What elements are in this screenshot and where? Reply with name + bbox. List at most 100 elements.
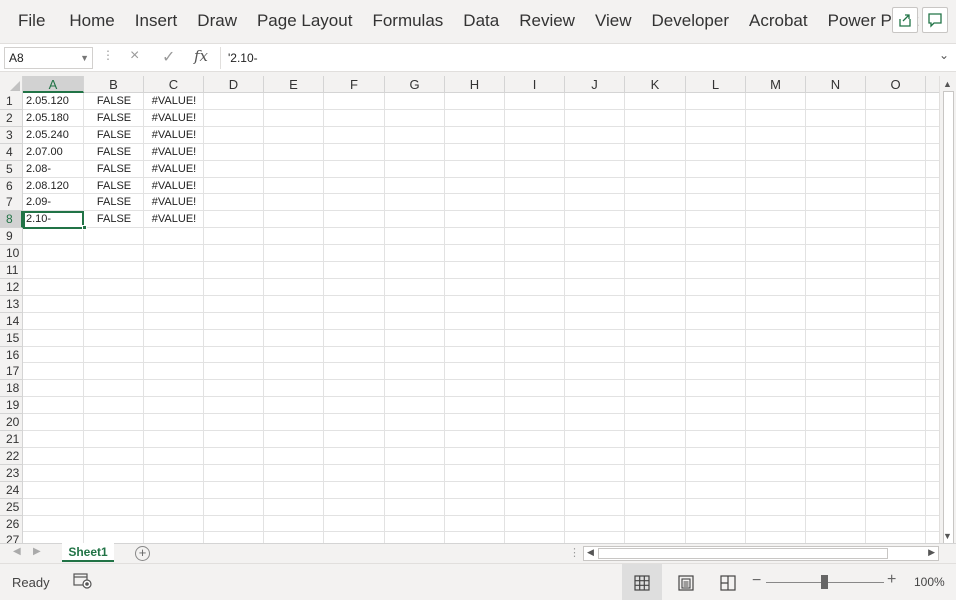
column-header-o[interactable]: O [866, 76, 926, 93]
cell-b1[interactable]: FALSE [84, 93, 144, 110]
tab-split-handle[interactable]: ⋮ [569, 546, 580, 559]
row-header-2[interactable]: 2 [0, 109, 23, 127]
column-header-h[interactable]: H [445, 76, 505, 93]
scroll-down-icon[interactable]: ▼ [943, 531, 952, 541]
cell-c8[interactable]: #VALUE! [144, 211, 204, 228]
cell-c4[interactable]: #VALUE! [144, 144, 204, 161]
row-header-6[interactable]: 6 [0, 177, 23, 195]
zoom-slider-thumb[interactable] [821, 575, 828, 589]
row-header-7[interactable]: 7 [0, 194, 23, 212]
enter-icon[interactable]: ✓ [162, 47, 175, 67]
select-all-corner[interactable] [0, 76, 23, 93]
scroll-right-icon[interactable]: ▶ [928, 547, 935, 558]
row-header-3[interactable]: 3 [0, 126, 23, 144]
cell-c3[interactable]: #VALUE! [144, 127, 204, 144]
row-header-27[interactable]: 27 [0, 532, 23, 543]
tab-page-layout[interactable]: Page Layout [247, 0, 362, 42]
cell-a5[interactable]: 2.08- [23, 161, 84, 178]
cell-b7[interactable]: FALSE [84, 194, 144, 211]
row-header-22[interactable]: 22 [0, 447, 23, 465]
comments-button[interactable] [922, 7, 948, 33]
zoom-level[interactable]: 100% [914, 575, 945, 589]
tab-developer[interactable]: Developer [642, 0, 740, 42]
share-button[interactable] [892, 7, 918, 33]
row-header-20[interactable]: 20 [0, 414, 23, 432]
row-header-9[interactable]: 9 [0, 228, 23, 246]
row-header-15[interactable]: 15 [0, 329, 23, 347]
cell-c6[interactable]: #VALUE! [144, 178, 204, 195]
page-layout-view-button[interactable] [666, 564, 706, 600]
vertical-scroll-thumb[interactable] [943, 91, 954, 587]
row-header-4[interactable]: 4 [0, 143, 23, 161]
column-header-b[interactable]: B [84, 76, 144, 93]
row-header-5[interactable]: 5 [0, 160, 23, 178]
cell-b5[interactable]: FALSE [84, 161, 144, 178]
scroll-left-icon[interactable]: ◀ [587, 547, 594, 558]
column-header-f[interactable]: F [324, 76, 385, 93]
row-header-25[interactable]: 25 [0, 498, 23, 516]
column-header-k[interactable]: K [625, 76, 686, 93]
cell-a3[interactable]: 2.05.240 [23, 127, 84, 144]
vertical-scrollbar[interactable]: ▲ ▼ [939, 76, 956, 587]
tab-draw[interactable]: Draw [187, 0, 247, 42]
row-header-13[interactable]: 13 [0, 295, 23, 313]
row-header-1[interactable]: 1 [0, 93, 23, 110]
normal-view-button[interactable] [622, 564, 662, 600]
horizontal-scrollbar[interactable]: ◀ ▶ [583, 546, 939, 561]
row-header-23[interactable]: 23 [0, 464, 23, 482]
cell-c5[interactable]: #VALUE! [144, 161, 204, 178]
cell-b3[interactable]: FALSE [84, 127, 144, 144]
row-header-24[interactable]: 24 [0, 481, 23, 499]
add-sheet-button[interactable]: + [135, 546, 150, 561]
tab-file[interactable]: File [0, 0, 59, 42]
zoom-out-button[interactable]: − [752, 572, 761, 590]
cell-c2[interactable]: #VALUE! [144, 110, 204, 127]
sheet-tab-sheet1[interactable]: Sheet1 [62, 543, 114, 562]
cancel-icon[interactable]: × [130, 47, 139, 65]
row-header-19[interactable]: 19 [0, 397, 23, 415]
column-header-e[interactable]: E [264, 76, 324, 93]
column-header-m[interactable]: M [746, 76, 806, 93]
page-break-view-button[interactable] [708, 564, 748, 600]
cell-a1[interactable]: 2.05.120 [23, 93, 84, 110]
tab-insert[interactable]: Insert [125, 0, 188, 42]
column-header-j[interactable]: J [565, 76, 625, 93]
cell-c7[interactable]: #VALUE! [144, 194, 204, 211]
cell-a6[interactable]: 2.08.120 [23, 178, 84, 195]
chevron-down-icon[interactable]: ▼ [80, 48, 89, 68]
cell-b2[interactable]: FALSE [84, 110, 144, 127]
cell-b4[interactable]: FALSE [84, 144, 144, 161]
column-header-i[interactable]: I [505, 76, 565, 93]
column-header-a[interactable]: A [23, 76, 84, 93]
zoom-in-button[interactable]: + [887, 571, 896, 589]
fill-handle[interactable] [82, 225, 87, 231]
row-header-17[interactable]: 17 [0, 363, 23, 381]
cell-a2[interactable]: 2.05.180 [23, 110, 84, 127]
tab-data[interactable]: Data [453, 0, 509, 42]
cell-c1[interactable]: #VALUE! [144, 93, 204, 110]
name-box[interactable]: A8 ▼ [4, 47, 93, 69]
column-header-d[interactable]: D [204, 76, 264, 93]
horizontal-scroll-thumb[interactable] [598, 548, 888, 559]
row-header-21[interactable]: 21 [0, 431, 23, 448]
column-header-n[interactable]: N [806, 76, 866, 93]
tab-acrobat[interactable]: Acrobat [739, 0, 818, 42]
formula-input[interactable]: '2.10- [220, 47, 934, 69]
tab-home[interactable]: Home [59, 0, 124, 42]
column-header-c[interactable]: C [144, 76, 204, 93]
row-header-8[interactable]: 8 [0, 211, 23, 229]
column-header-g[interactable]: G [385, 76, 445, 93]
cell-a4[interactable]: 2.07.00 [23, 144, 84, 161]
scroll-up-icon[interactable]: ▲ [943, 79, 952, 89]
row-header-12[interactable]: 12 [0, 278, 23, 296]
tab-review[interactable]: Review [509, 0, 585, 42]
row-header-11[interactable]: 11 [0, 262, 23, 279]
row-header-14[interactable]: 14 [0, 312, 23, 330]
row-header-16[interactable]: 16 [0, 346, 23, 364]
worksheet-grid[interactable]: A B C D E F G H I J K L M N O 1 2 3 4 5 6 7 8 9 10 11 12 13 14 15 16 17… [0, 76, 939, 543]
sheet-prev-icon[interactable]: ◀ [13, 546, 21, 557]
macro-recording-icon[interactable] [73, 572, 93, 590]
expand-formula-bar-icon[interactable]: ⌄ [939, 48, 949, 62]
insert-function-icon[interactable]: fx [194, 47, 208, 65]
row-header-18[interactable]: 18 [0, 380, 23, 398]
